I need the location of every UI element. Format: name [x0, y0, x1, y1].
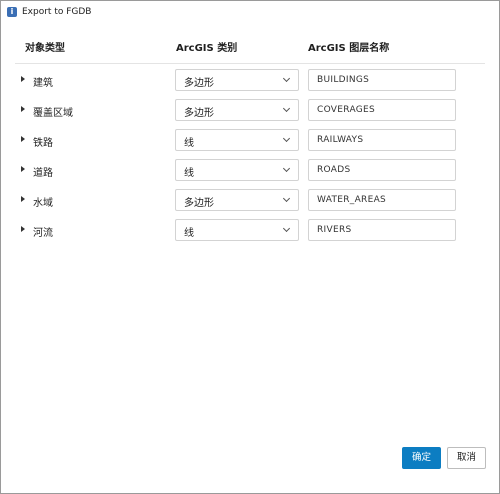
row-label: 覆盖区域: [33, 108, 73, 119]
chevron-down-icon: [282, 224, 291, 233]
row-label: 水域: [33, 198, 53, 209]
row-label: 河流: [33, 228, 53, 239]
layer-name-input[interactable]: [308, 99, 456, 121]
expand-arrow-icon[interactable]: [21, 76, 25, 82]
layer-name-input[interactable]: [308, 129, 456, 151]
app-info-icon: i: [7, 7, 17, 17]
header-arcgis-category: ArcGIS 类别: [176, 43, 238, 54]
table-row: 道路 线: [1, 157, 499, 187]
row-label: 建筑: [33, 78, 53, 89]
header-divider: [15, 63, 485, 64]
table-row: 水域 多边形: [1, 187, 499, 217]
cancel-button[interactable]: 取消: [447, 447, 486, 469]
header-object-type: 对象类型: [25, 43, 65, 54]
chevron-down-icon: [282, 194, 291, 203]
expand-arrow-icon[interactable]: [21, 226, 25, 232]
chevron-down-icon: [282, 74, 291, 83]
table-row: 覆盖区域 多边形: [1, 97, 499, 127]
category-select[interactable]: 多边形: [175, 69, 299, 91]
category-value: 多边形: [184, 78, 214, 89]
layer-name-input[interactable]: [308, 159, 456, 181]
category-select[interactable]: 线: [175, 219, 299, 241]
row-label: 道路: [33, 168, 53, 179]
row-label: 铁路: [33, 138, 53, 149]
category-value: 线: [184, 228, 194, 239]
window-title: Export to FGDB: [22, 7, 92, 17]
title-bar: i Export to FGDB: [1, 1, 499, 23]
chevron-down-icon: [282, 134, 291, 143]
chevron-down-icon: [282, 104, 291, 113]
expand-arrow-icon[interactable]: [21, 166, 25, 172]
layer-name-input[interactable]: [308, 189, 456, 211]
category-select[interactable]: 线: [175, 159, 299, 181]
column-headers: 对象类型 ArcGIS 类别 ArcGIS 图层名称: [1, 39, 499, 61]
expand-arrow-icon[interactable]: [21, 136, 25, 142]
expand-arrow-icon[interactable]: [21, 106, 25, 112]
expand-arrow-icon[interactable]: [21, 196, 25, 202]
export-dialog: i Export to FGDB 对象类型 ArcGIS 类别 ArcGIS 图…: [0, 0, 500, 494]
header-arcgis-layer-name: ArcGIS 图层名称: [308, 43, 390, 54]
category-value: 多边形: [184, 108, 214, 119]
table-row: 建筑 多边形: [1, 67, 499, 97]
table-row: 铁路 线: [1, 127, 499, 157]
ok-button[interactable]: 确定: [402, 447, 441, 469]
category-select[interactable]: 多边形: [175, 99, 299, 121]
category-value: 线: [184, 138, 194, 149]
layer-name-input[interactable]: [308, 219, 456, 241]
table-row: 河流 线: [1, 217, 499, 247]
category-select[interactable]: 线: [175, 129, 299, 151]
category-value: 线: [184, 168, 194, 179]
category-select[interactable]: 多边形: [175, 189, 299, 211]
chevron-down-icon: [282, 164, 291, 173]
layer-name-input[interactable]: [308, 69, 456, 91]
category-value: 多边形: [184, 198, 214, 209]
